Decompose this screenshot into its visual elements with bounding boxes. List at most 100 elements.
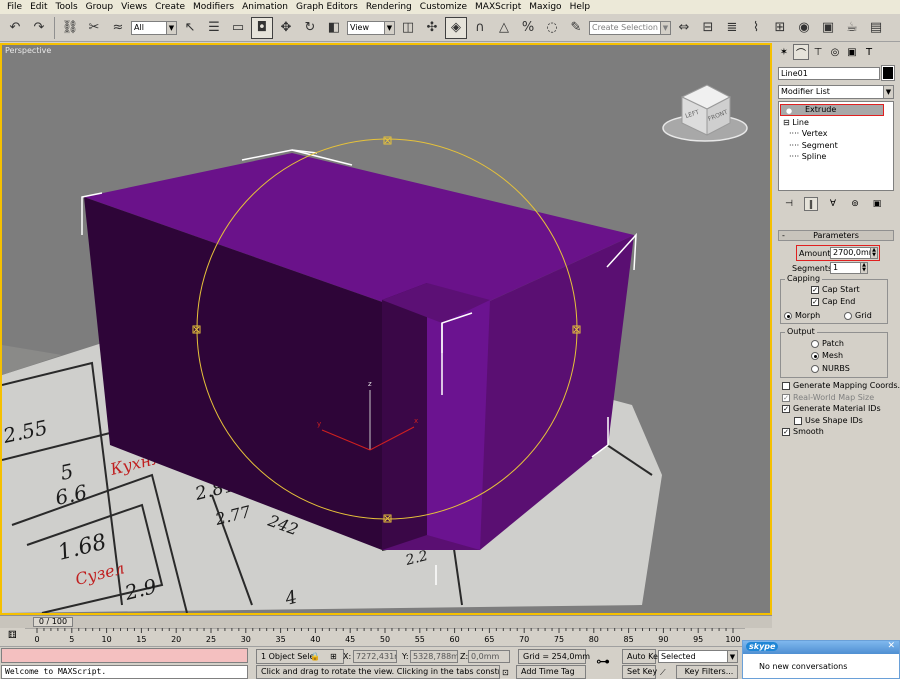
snap-3d-icon[interactable]: ∩ (469, 17, 491, 39)
menu-customize[interactable]: Customize (416, 0, 471, 14)
scale-icon[interactable]: ◧ (323, 17, 345, 39)
skype-notification[interactable]: skype ✕ No new conversations (742, 640, 900, 679)
lock-selection-icon[interactable]: 🔒 (310, 650, 320, 663)
rotate-icon[interactable]: ↻ (299, 17, 321, 39)
use-shape-ids-checkbox[interactable]: Use Shape IDs (794, 416, 863, 425)
maxscript-listener-input[interactable] (1, 648, 248, 663)
viewcube[interactable]: LEFT FRONT (662, 84, 748, 142)
remove-modifier-icon[interactable]: ⊚ (848, 197, 862, 211)
menu-group[interactable]: Group (82, 0, 117, 14)
schematic-view-icon[interactable]: ⊞ (769, 17, 791, 39)
menu-create[interactable]: Create (151, 0, 189, 14)
stack-item-extrude[interactable]: ● Extrude (780, 104, 884, 116)
stack-item-vertex[interactable]: ···· Vertex (789, 129, 827, 138)
menu-tools[interactable]: Tools (52, 0, 82, 14)
mirror-icon[interactable]: ⇔ (673, 17, 695, 39)
add-time-tag-button[interactable]: Add Time Tag (516, 665, 586, 679)
morph-radio[interactable]: Morph (784, 311, 820, 320)
key-selection-dropdown[interactable]: Selected ▼ (658, 650, 738, 663)
pin-stack-icon[interactable]: ⊣ (782, 197, 796, 211)
spinner-snap-icon[interactable]: ◌ (541, 17, 563, 39)
menu-views[interactable]: Views (117, 0, 151, 14)
generate-material-ids-checkbox[interactable]: ✓ Generate Material IDs (782, 404, 881, 413)
key-filters-button[interactable]: Key Filters... (676, 665, 738, 679)
redo-icon[interactable]: ↷ (28, 17, 50, 39)
stack-item-segment[interactable]: ···· Segment (789, 141, 838, 150)
menu-help[interactable]: Help (566, 0, 595, 14)
select-object-icon[interactable]: ↖ (179, 17, 201, 39)
curve-editor-icon[interactable]: ⌇ (745, 17, 767, 39)
smooth-checkbox[interactable]: ✓ Smooth (782, 427, 824, 436)
modify-tab-icon[interactable]: ⌒ (793, 44, 809, 60)
window-crossing-icon[interactable]: ◘ (251, 16, 273, 39)
layer-manager-icon[interactable]: ≣ (721, 17, 743, 39)
make-unique-icon[interactable]: ∀ (826, 197, 840, 211)
cap-start-checkbox[interactable]: ✓ Cap Start (811, 285, 860, 294)
quick-render-icon[interactable]: ☕ (841, 17, 863, 39)
bind-spacewarp-icon[interactable]: ≈ (107, 17, 129, 39)
grid-radio[interactable]: Grid (844, 311, 872, 320)
render-setup-icon[interactable]: ▣ (817, 17, 839, 39)
menu-maxscript[interactable]: MAXScript (471, 0, 525, 14)
object-name-field[interactable]: Line01 (778, 67, 880, 80)
unlink-icon[interactable]: ✂ (83, 17, 105, 39)
maxscript-listener-output[interactable]: Welcome to MAXScript. (1, 665, 248, 679)
utilities-tab-icon[interactable]: T (861, 44, 877, 60)
time-slider[interactable]: 0 / 100 (0, 615, 772, 628)
x-coord-field[interactable]: 7272,431m (353, 650, 397, 663)
nurbs-radio[interactable]: NURBS (811, 364, 850, 373)
mesh-radio[interactable]: Mesh (811, 351, 843, 360)
motion-tab-icon[interactable]: ◎ (827, 44, 843, 60)
stack-item-spline[interactable]: ···· Spline (789, 152, 826, 161)
menu-graph-editors[interactable]: Graph Editors (292, 0, 362, 14)
pivot-icon[interactable]: ◫ (397, 17, 419, 39)
material-editor-icon[interactable]: ◉ (793, 17, 815, 39)
track-ruler[interactable]: 0 5 10 15 20 25 30 35 40 45 50 55 60 65 … (25, 628, 745, 646)
percent-snap-icon[interactable]: % (517, 17, 539, 39)
configure-sets-icon[interactable]: ▣ (870, 197, 884, 211)
menu-edit[interactable]: Edit (26, 0, 51, 14)
stack-item-line[interactable]: ⊟ Line (783, 118, 809, 127)
menu-maxigo[interactable]: Maxigo (525, 0, 565, 14)
move-icon[interactable]: ✥ (275, 17, 297, 39)
keyboard-shortcut-icon[interactable]: ◈ (445, 16, 467, 39)
reference-coordinate-dropdown[interactable]: View ▼ (347, 20, 395, 35)
menu-modifiers[interactable]: Modifiers (189, 0, 238, 14)
selection-filter-dropdown[interactable]: All ▼ (131, 20, 177, 35)
display-tab-icon[interactable]: ▣ (844, 44, 860, 60)
absolute-mode-icon[interactable]: ⊞ (330, 650, 337, 663)
manipulate-icon[interactable]: ✣ (421, 17, 443, 39)
create-tab-icon[interactable]: ✶ (776, 44, 792, 60)
object-color-swatch[interactable] (882, 66, 894, 80)
rectangle-selection-icon[interactable]: ▭ (227, 17, 249, 39)
lightbulb-icon[interactable]: ● (786, 106, 792, 116)
angle-snap-icon[interactable]: △ (493, 17, 515, 39)
named-selection-sets-dropdown[interactable]: Create Selection Set ▼ (589, 20, 671, 35)
set-key-icon[interactable]: ⊶ (596, 655, 610, 669)
generate-mapping-checkbox[interactable]: Generate Mapping Coords. (782, 381, 900, 390)
render-frame-icon[interactable]: ▤ (865, 17, 887, 39)
show-end-result-icon[interactable]: ‖ (804, 197, 818, 211)
hierarchy-tab-icon[interactable]: ⊤ (810, 44, 826, 60)
perspective-viewport[interactable]: 2.55 5 6.6 Кухня 2.81 2.77 1.68 242 Сузе… (0, 43, 772, 615)
time-slider-thumb[interactable]: 0 / 100 (33, 617, 73, 627)
set-key-button[interactable]: Set Key (622, 665, 657, 679)
viewport-label[interactable]: Perspective (5, 46, 51, 55)
menu-animation[interactable]: Animation (238, 0, 292, 14)
align-icon[interactable]: ⊟ (697, 17, 719, 39)
menu-file[interactable]: File (3, 0, 26, 14)
default-tangent-icon[interactable]: ⟋ (660, 666, 666, 679)
link-icon[interactable]: ⛓ (59, 17, 81, 39)
menu-rendering[interactable]: Rendering (362, 0, 416, 14)
close-icon[interactable]: ✕ (887, 641, 895, 651)
z-coord-field[interactable]: 0,0mm (468, 650, 510, 663)
patch-radio[interactable]: Patch (811, 339, 844, 348)
time-tag-icon[interactable]: ⊡ (502, 666, 509, 679)
mini-curve-editor-icon[interactable]: ⚅ (8, 630, 17, 641)
modifier-list-dropdown[interactable]: Modifier List ▼ (778, 85, 894, 99)
segments-spinner[interactable]: 1 ▲ ▼ (830, 262, 868, 274)
parameters-rollout-header[interactable]: - Parameters (778, 230, 894, 241)
select-by-name-icon[interactable]: ☰ (203, 17, 225, 39)
auto-key-button[interactable]: Auto Key (622, 649, 663, 664)
undo-icon[interactable]: ↶ (4, 17, 26, 39)
